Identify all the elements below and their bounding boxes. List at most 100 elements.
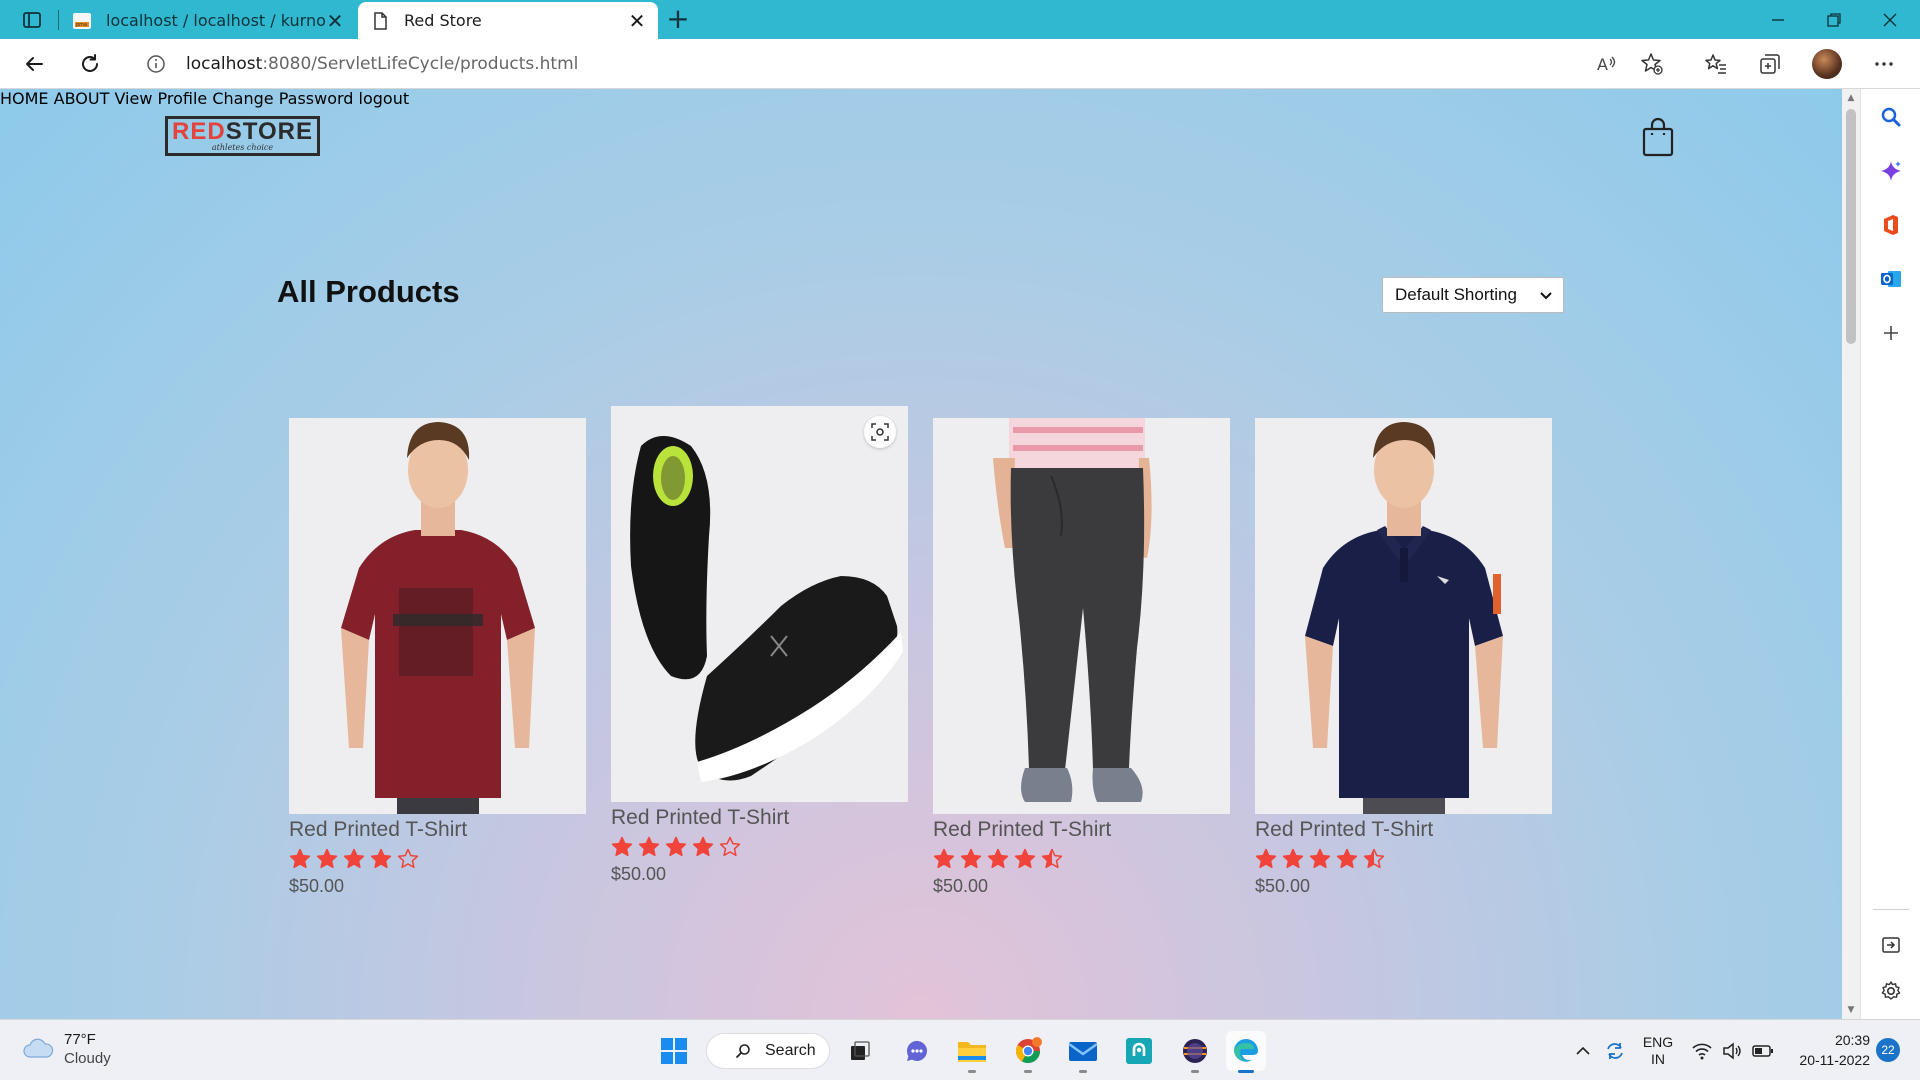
file-explorer-icon[interactable]: [952, 1031, 992, 1073]
star-empty-icon: [719, 836, 741, 857]
tab-actions-icon[interactable]: [14, 8, 48, 32]
outlook-icon[interactable]: [1875, 263, 1907, 295]
product-image-black-shoes[interactable]: [611, 406, 908, 802]
volume-icon[interactable]: [1718, 1020, 1746, 1080]
weather-widget[interactable]: 77°F Cloudy: [22, 1030, 111, 1068]
back-button[interactable]: [18, 48, 50, 80]
windows-taskbar: 77°F Cloudy Search ENG IN 20:39 20-11-20…: [0, 1019, 1920, 1080]
app-teal-icon[interactable]: [1119, 1031, 1159, 1071]
nav-view-profile[interactable]: View Profile: [114, 89, 207, 108]
eclipse-icon[interactable]: [1175, 1031, 1215, 1073]
scrollbar-thumb[interactable]: [1846, 109, 1856, 344]
product-image-grey-joggers[interactable]: [933, 418, 1230, 814]
nav-change-password[interactable]: Change Password: [212, 89, 353, 108]
teams-chat-icon[interactable]: [897, 1031, 937, 1071]
copilot-sparkle-icon[interactable]: [1875, 155, 1907, 187]
taskbar-search[interactable]: Search: [706, 1033, 830, 1069]
task-view-icon[interactable]: [840, 1031, 880, 1071]
product-card[interactable]: Red Printed T-Shirt $50.00: [1255, 418, 1552, 897]
profile-avatar[interactable]: [1812, 49, 1842, 79]
logo-tagline: athletes choice: [211, 142, 274, 152]
sync-icon[interactable]: [1600, 1020, 1630, 1080]
input-language-indicator[interactable]: ENG IN: [1638, 1020, 1678, 1080]
star-full-icon: [1336, 848, 1358, 869]
language-region: IN: [1651, 1050, 1665, 1067]
product-image-navy-polo[interactable]: [1255, 418, 1552, 814]
search-label: Search: [765, 1042, 816, 1059]
edge-sidebar: [1860, 89, 1920, 1019]
edge-browser-icon[interactable]: [1226, 1031, 1266, 1073]
tab-red-store[interactable]: Red Store ✕: [358, 2, 658, 39]
clock-date: 20-11-2022: [1799, 1052, 1870, 1068]
collections-icon[interactable]: [1754, 48, 1786, 80]
star-full-icon: [289, 848, 311, 869]
product-image-maroon-tshirt[interactable]: [289, 418, 586, 814]
close-window-button[interactable]: [1860, 0, 1920, 39]
hide-sidebar-icon[interactable]: [1875, 929, 1907, 961]
site-info-icon[interactable]: [146, 54, 166, 74]
favorites-icon[interactable]: [1700, 48, 1732, 80]
star-full-icon: [1282, 848, 1304, 869]
minimize-button[interactable]: [1748, 0, 1808, 39]
browser-toolbar: localhost:8080/ServletLifeCycle/products…: [0, 39, 1920, 89]
visual-search-icon[interactable]: [864, 416, 896, 448]
settings-gear-icon[interactable]: [1875, 975, 1907, 1007]
shopping-bag-icon[interactable]: [1642, 117, 1674, 157]
notification-badge[interactable]: 22: [1876, 1038, 1900, 1062]
product-name[interactable]: Red Printed T-Shirt: [289, 818, 586, 842]
more-options-icon[interactable]: [1868, 48, 1900, 80]
product-price: $50.00: [1255, 876, 1311, 896]
nav-home[interactable]: HOME: [0, 89, 49, 108]
product-name[interactable]: Red Printed T-Shirt: [1255, 818, 1552, 842]
search-icon: [735, 1044, 750, 1059]
system-clock[interactable]: 20:39 20-11-2022: [1780, 1030, 1870, 1070]
svg-text:pma: pma: [76, 22, 87, 28]
product-name[interactable]: Red Printed T-Shirt: [611, 806, 908, 830]
wifi-icon[interactable]: [1688, 1020, 1716, 1080]
scroll-down-icon[interactable]: ▼: [1846, 1005, 1856, 1015]
running-indicator: [1238, 1070, 1254, 1073]
address-bar[interactable]: localhost:8080/ServletLifeCycle/products…: [126, 45, 1686, 83]
show-hidden-icons-chevron-up-icon[interactable]: [1570, 1020, 1596, 1080]
scroll-up-icon[interactable]: ▲: [1846, 93, 1856, 103]
star-full-icon: [692, 836, 714, 857]
search-icon[interactable]: [1875, 101, 1907, 133]
nav-about[interactable]: ABOUT: [54, 89, 110, 108]
restore-button[interactable]: [1804, 0, 1864, 39]
running-indicator: [1079, 1070, 1087, 1073]
mail-icon[interactable]: [1063, 1031, 1103, 1073]
add-favorite-icon[interactable]: [1636, 48, 1668, 80]
new-tab-button[interactable]: +: [664, 5, 692, 34]
running-indicator: [968, 1070, 976, 1073]
tab-title: localhost / localhost / kurnool / p: [106, 11, 326, 30]
star-full-icon: [1014, 848, 1036, 869]
nav-logout[interactable]: logout: [359, 89, 410, 108]
logo-wordmark: REDSTORE: [172, 117, 313, 145]
star-full-icon: [960, 848, 982, 869]
product-rating: [933, 848, 1230, 870]
start-button[interactable]: [654, 1031, 694, 1071]
page-title: All Products: [277, 274, 460, 309]
close-tab-icon[interactable]: ✕: [326, 11, 344, 31]
web-page: REDSTORE athletes choice HOME ABOUT View…: [0, 89, 1842, 1019]
product-card[interactable]: Red Printed T-Shirt $50.00: [933, 418, 1230, 897]
weather-condition: Cloudy: [64, 1050, 111, 1067]
svg-text:A: A: [1597, 55, 1608, 74]
product-name[interactable]: Red Printed T-Shirt: [933, 818, 1230, 842]
add-sidebar-app-icon[interactable]: [1875, 317, 1907, 349]
product-card[interactable]: Red Printed T-Shirt $50.00: [611, 406, 908, 885]
page-favicon-icon: [374, 11, 387, 30]
battery-icon[interactable]: [1748, 1020, 1778, 1080]
office-icon[interactable]: [1875, 209, 1907, 241]
chrome-icon[interactable]: [1008, 1031, 1048, 1073]
site-logo[interactable]: REDSTORE athletes choice: [165, 116, 320, 156]
product-card[interactable]: Red Printed T-Shirt $50.00: [289, 418, 586, 897]
page-scrollbar[interactable]: ▲ ▼: [1842, 89, 1860, 1019]
tab-phpmyadmin[interactable]: pma localhost / localhost / kurnool / p …: [60, 2, 356, 39]
read-aloud-icon[interactable]: A: [1590, 48, 1622, 80]
refresh-button[interactable]: [74, 48, 106, 80]
star-full-icon: [638, 836, 660, 857]
sort-select[interactable]: Default Shorting: [1382, 277, 1564, 313]
sidebar-divider: [1873, 909, 1909, 910]
close-tab-icon[interactable]: ✕: [628, 11, 646, 31]
